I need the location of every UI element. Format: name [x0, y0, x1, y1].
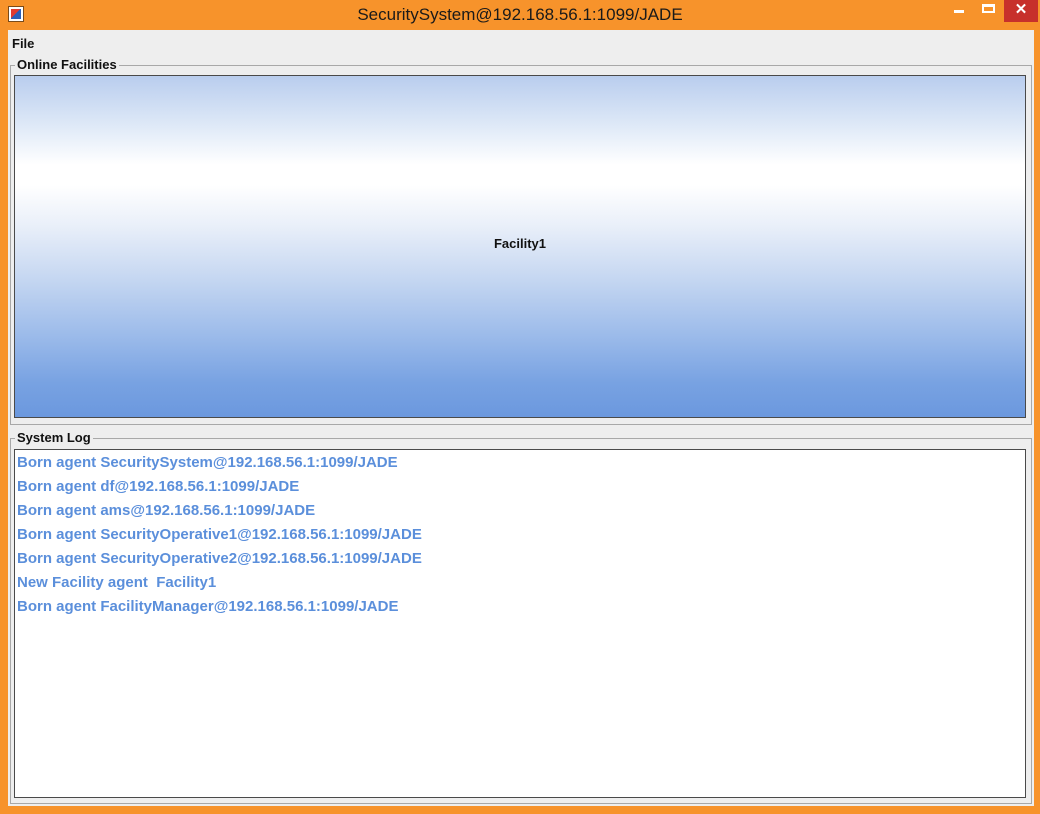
log-line: Born agent df@192.168.56.1:1099/JADE	[17, 478, 300, 495]
menu-bar: File	[8, 34, 1034, 54]
app-window: SecuritySystem@192.168.56.1:1099/JADE ✕ …	[0, 0, 1040, 814]
system-log-title: System Log	[15, 430, 93, 445]
log-line: New Facility agent Facility1	[17, 574, 217, 591]
minimize-button[interactable]	[944, 0, 974, 22]
log-line: Born agent ams@192.168.56.1:1099/JADE	[17, 502, 316, 519]
client-area: File Online Facilities Facility1 System …	[8, 30, 1034, 806]
minimize-icon	[954, 10, 964, 13]
facility-list[interactable]: Facility1	[14, 75, 1026, 418]
log-line: Born agent SecurityOperative1@192.168.56…	[17, 526, 422, 543]
log-line: Born agent FacilityManager@192.168.56.1:…	[17, 598, 399, 615]
log-line: Born agent SecuritySystem@192.168.56.1:1…	[17, 454, 398, 471]
log-line: Born agent SecurityOperative2@192.168.56…	[17, 550, 422, 567]
facility-item[interactable]: Facility1	[15, 236, 1025, 251]
close-button[interactable]: ✕	[1004, 0, 1038, 22]
system-log-panel: System Log Born agent SecuritySystem@192…	[10, 430, 1032, 804]
title-bar[interactable]: SecuritySystem@192.168.56.1:1099/JADE ✕	[0, 0, 1040, 30]
maximize-button[interactable]	[976, 0, 1002, 22]
menu-file[interactable]: File	[12, 36, 34, 51]
window-title: SecuritySystem@192.168.56.1:1099/JADE	[357, 5, 683, 24]
close-icon: ✕	[1014, 1, 1028, 18]
log-text-area[interactable]: Born agent SecuritySystem@192.168.56.1:1…	[14, 449, 1026, 798]
online-facilities-panel: Online Facilities Facility1	[10, 57, 1032, 425]
online-facilities-title: Online Facilities	[15, 57, 119, 72]
maximize-icon	[982, 4, 995, 13]
